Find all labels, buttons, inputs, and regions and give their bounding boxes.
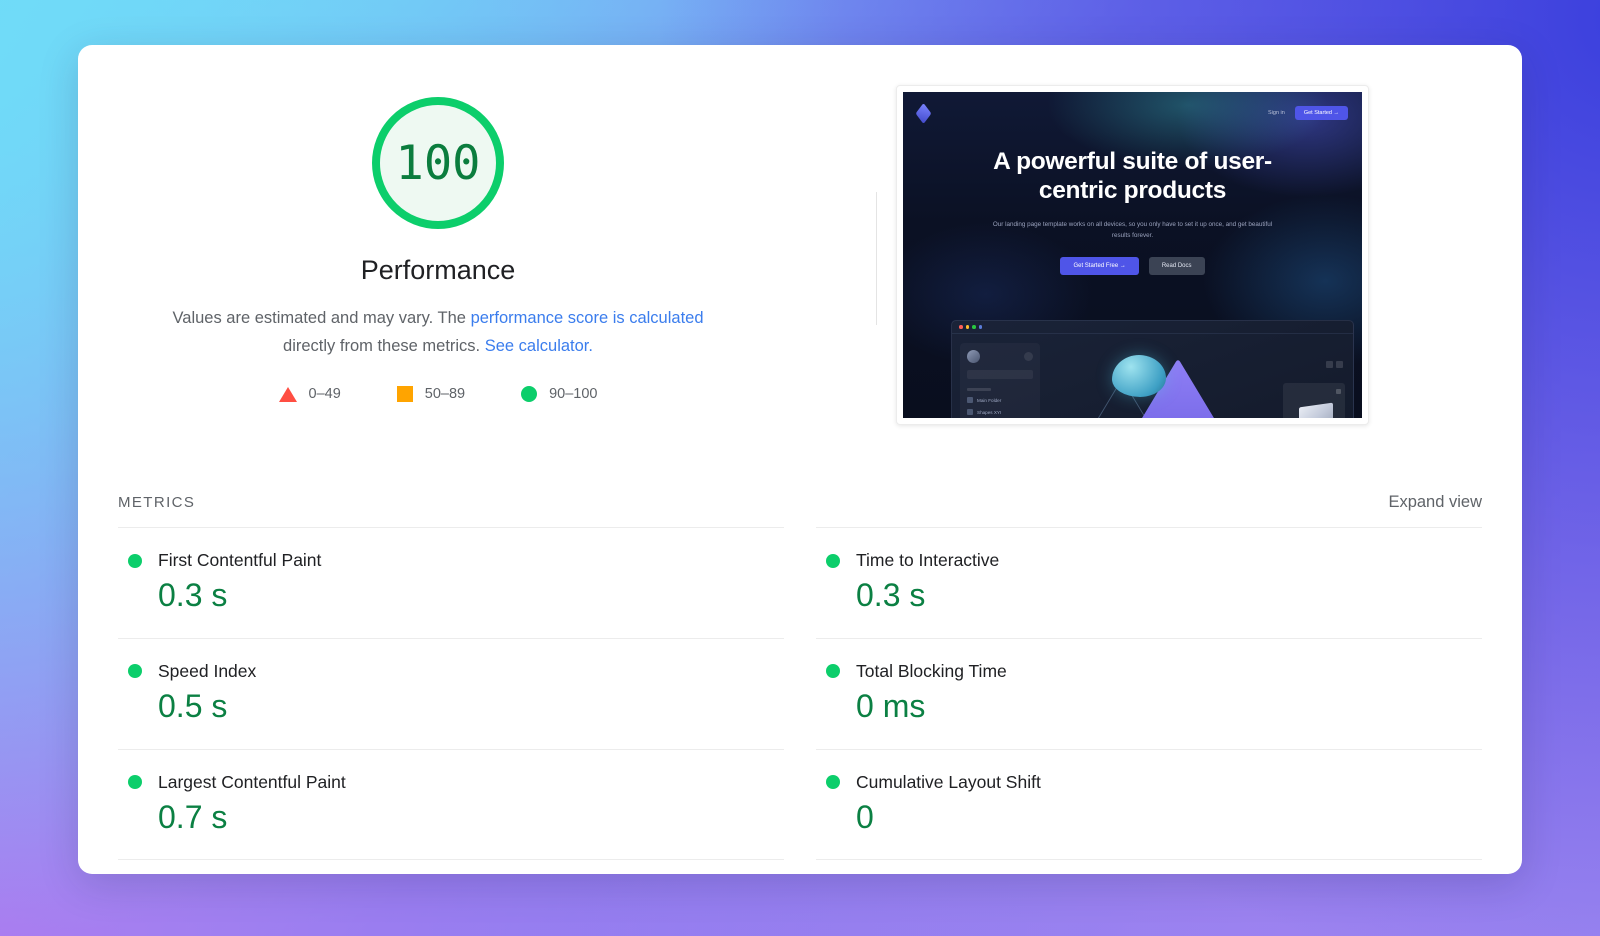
metric-value: 0 ms xyxy=(856,687,926,724)
metric-label: Cumulative Layout Shift xyxy=(856,771,1041,792)
close-icon xyxy=(1024,352,1033,361)
lighthouse-report-card: 100 Performance Values are estimated and… xyxy=(78,45,1522,874)
status-pass-icon xyxy=(826,664,840,679)
screenshot-headline: A powerful suite of user-centric product… xyxy=(993,148,1272,204)
status-pass-icon xyxy=(128,664,142,679)
metric-time-to-interactive[interactable]: Time to Interactive 0.3 s xyxy=(816,527,1482,638)
screenshot-read-docs-button: Read Docs xyxy=(1148,257,1205,275)
screenshot-hero: A powerful suite of user-centric product… xyxy=(903,147,1362,275)
cube-logo-icon xyxy=(915,102,932,124)
square-icon xyxy=(396,386,413,402)
final-screenshot: Sign in Get Started → A powerful suite o… xyxy=(903,92,1362,418)
metric-value: 0.5 s xyxy=(158,687,228,724)
sidebar-header xyxy=(967,350,1033,363)
metrics-header: METRICS Expand view xyxy=(78,493,1522,512)
vertical-divider xyxy=(876,192,877,325)
status-pass-icon xyxy=(826,553,840,568)
legend-label-fail: 0–49 xyxy=(308,386,341,402)
folder-icon xyxy=(967,397,973,403)
panel-close-icon xyxy=(1336,389,1341,394)
final-screenshot-frame[interactable]: Sign in Get Started → A powerful suite o… xyxy=(896,85,1369,425)
metrics-column-right: Time to Interactive 0.3 s Total Blocking… xyxy=(816,527,1482,861)
metric-cumulative-layout-shift[interactable]: Cumulative Layout Shift 0 xyxy=(816,748,1482,861)
window-minimize-icon xyxy=(965,325,969,329)
score-gauge[interactable]: 100 xyxy=(372,97,504,229)
score-scale-legend: 0–49 50–89 90–100 xyxy=(78,386,798,402)
list-item-label: Main Folder xyxy=(977,397,1002,403)
metric-header: Cumulative Layout Shift xyxy=(816,772,1482,793)
list-item: Shapes XYI xyxy=(967,409,1033,415)
screenshot-navbar-actions: Sign in Get Started → xyxy=(1268,106,1348,120)
metric-header: Largest Contentful Paint xyxy=(118,772,784,793)
metrics-grid: First Contentful Paint 0.3 s Speed Index… xyxy=(118,527,1482,861)
window-close-icon xyxy=(959,325,963,329)
performance-score-calculated-link[interactable]: performance score is calculated xyxy=(471,309,704,327)
screenshot-subtext: Our landing page template works on all d… xyxy=(992,221,1273,239)
metric-label: Total Blocking Time xyxy=(856,660,1007,681)
metric-value: 0 xyxy=(856,798,874,835)
legend-label-pass: 90–100 xyxy=(549,386,598,402)
metric-label: First Contentful Paint xyxy=(158,550,322,570)
category-title: Performance xyxy=(360,255,516,285)
folder-icon xyxy=(967,409,973,415)
metric-total-blocking-time[interactable]: Total Blocking Time 0 ms xyxy=(816,637,1482,749)
metric-header: Total Blocking Time xyxy=(816,661,1482,682)
app-mockup-titlebar xyxy=(952,321,1353,334)
disclaimer-text-prefix: Values are estimated and may vary. The xyxy=(172,309,471,327)
app-control-icon xyxy=(1336,361,1343,368)
window-maximize-icon xyxy=(972,325,976,329)
circle-icon xyxy=(521,386,538,402)
window-extra-icon xyxy=(978,325,982,329)
metric-label: Speed Index xyxy=(158,660,257,681)
metric-header: Speed Index xyxy=(118,661,784,682)
expand-view-toggle[interactable]: Expand view xyxy=(1388,493,1482,512)
see-calculator-link[interactable]: See calculator. xyxy=(485,337,593,355)
legend-item-fail: 0–49 xyxy=(278,386,341,402)
sidebar-section-caption xyxy=(967,388,991,391)
score-value: 100 xyxy=(395,135,481,191)
metrics-column-left: First Contentful Paint 0.3 s Speed Index… xyxy=(118,527,784,861)
list-item: Main Folder xyxy=(967,397,1033,403)
metric-label: Time to Interactive xyxy=(856,550,1000,570)
legend-label-average: 50–89 xyxy=(424,386,466,402)
metric-first-contentful-paint[interactable]: First Contentful Paint 0.3 s xyxy=(118,527,784,638)
screenshot-navbar: Sign in Get Started → xyxy=(903,102,1362,124)
status-pass-icon xyxy=(826,775,840,790)
metric-label: Largest Contentful Paint xyxy=(158,771,346,792)
performance-score-panel: 100 Performance Values are estimated and… xyxy=(78,45,798,402)
screenshot-hero-buttons: Get Started Free → Read Docs xyxy=(955,257,1310,275)
metric-largest-contentful-paint[interactable]: Largest Contentful Paint 0.7 s xyxy=(118,748,784,861)
avatar xyxy=(967,350,980,363)
report-summary-region: 100 Performance Values are estimated and… xyxy=(78,45,1522,465)
legend-item-pass: 90–100 xyxy=(521,386,597,402)
legend-item-average: 50–89 xyxy=(396,386,466,402)
status-pass-icon xyxy=(128,553,142,568)
score-disclaimer: Values are estimated and may vary. The p… xyxy=(158,304,718,360)
app-control-icon xyxy=(1326,361,1333,368)
metric-value: 0.3 s xyxy=(856,577,926,613)
metric-header: First Contentful Paint xyxy=(118,550,784,571)
teal-blob-shape xyxy=(1112,355,1166,397)
metric-value: 0.7 s xyxy=(158,798,228,835)
metric-header: Time to Interactive xyxy=(816,550,1482,571)
app-mockup-controls xyxy=(1326,361,1343,368)
screenshot-app-mockup: Main Folder Shapes XYI Shapes 292 S xyxy=(951,320,1354,418)
metric-value: 0.3 s xyxy=(158,577,228,613)
screenshot-get-started-free-button: Get Started Free → xyxy=(1060,257,1139,275)
app-mockup-sidebar: Main Folder Shapes XYI Shapes 292 S xyxy=(960,343,1040,418)
status-pass-icon xyxy=(128,775,142,790)
list-item-label: Shapes XYI xyxy=(977,409,1002,415)
triangle-icon xyxy=(278,386,297,402)
metric-speed-index[interactable]: Speed Index 0.5 s xyxy=(118,637,784,749)
screenshot-get-started-button: Get Started → xyxy=(1294,106,1348,120)
score-gauge-ring: 100 xyxy=(372,97,504,229)
disclaimer-text-middle: directly from these metrics. xyxy=(283,337,485,355)
search-input xyxy=(967,370,1033,379)
screenshot-sign-in-link: Sign in xyxy=(1268,110,1285,116)
metrics-section-title: METRICS xyxy=(118,494,196,511)
